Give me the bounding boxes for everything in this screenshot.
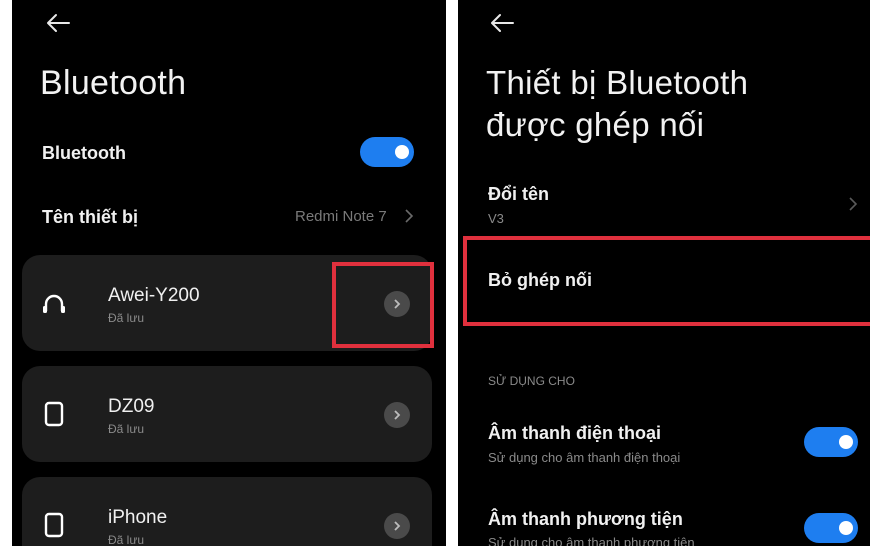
bluetooth-settings-screen: Bluetooth Bluetooth Tên thiết bị Redmi N… <box>12 0 446 546</box>
device-status: Đã lưu <box>108 533 145 546</box>
device-status: Đã lưu <box>108 422 145 436</box>
paired-device-card[interactable]: DZ09 Đã lưu <box>22 366 432 462</box>
device-name-value[interactable]: Redmi Note 7 <box>295 208 387 225</box>
page-title-line2: được ghép nối <box>486 106 705 143</box>
chevron-right-icon[interactable] <box>848 196 858 217</box>
phone-audio-toggle[interactable] <box>804 427 858 457</box>
device-details-button[interactable] <box>384 402 410 428</box>
page-title-line1: Thiết bị Bluetooth <box>486 64 749 101</box>
paired-device-card[interactable]: iPhone Đã lưu <box>22 477 432 546</box>
device-name: Awei-Y200 <box>108 285 200 306</box>
device-name: DZ09 <box>108 396 155 417</box>
media-audio-toggle[interactable] <box>804 513 858 543</box>
paired-device-screen: Thiết bị Bluetooth được ghép nối Đổi tên… <box>458 0 870 546</box>
toggle-knob <box>839 521 853 535</box>
highlight-box <box>332 262 434 348</box>
page-title: Bluetooth <box>40 64 187 102</box>
headphones-icon <box>40 289 68 317</box>
device-name-label: Tên thiết bị <box>42 207 138 227</box>
device-icon <box>40 511 68 539</box>
back-arrow-icon[interactable] <box>40 8 76 38</box>
toggle-knob <box>839 435 853 449</box>
bluetooth-toggle-label: Bluetooth <box>42 143 126 163</box>
chevron-right-icon[interactable] <box>404 208 414 229</box>
bluetooth-toggle[interactable] <box>360 137 414 167</box>
phone-audio-desc: Sử dụng cho âm thanh điện thoại <box>488 450 681 465</box>
back-arrow-icon[interactable] <box>484 8 520 38</box>
rename-value: V3 <box>488 211 504 226</box>
phone-audio-label: Âm thanh điện thoại <box>488 423 661 443</box>
media-audio-desc: Sử dụng cho âm thanh phương tiện <box>488 535 695 546</box>
section-header: SỬ DỤNG CHO <box>488 374 575 388</box>
media-audio-label: Âm thanh phương tiện <box>488 509 683 529</box>
device-details-button[interactable] <box>384 513 410 539</box>
toggle-knob <box>395 145 409 159</box>
device-name: iPhone <box>108 507 168 528</box>
device-icon <box>40 400 68 428</box>
highlight-box <box>463 236 870 326</box>
rename-label[interactable]: Đổi tên <box>488 184 549 205</box>
device-status: Đã lưu <box>108 311 145 325</box>
